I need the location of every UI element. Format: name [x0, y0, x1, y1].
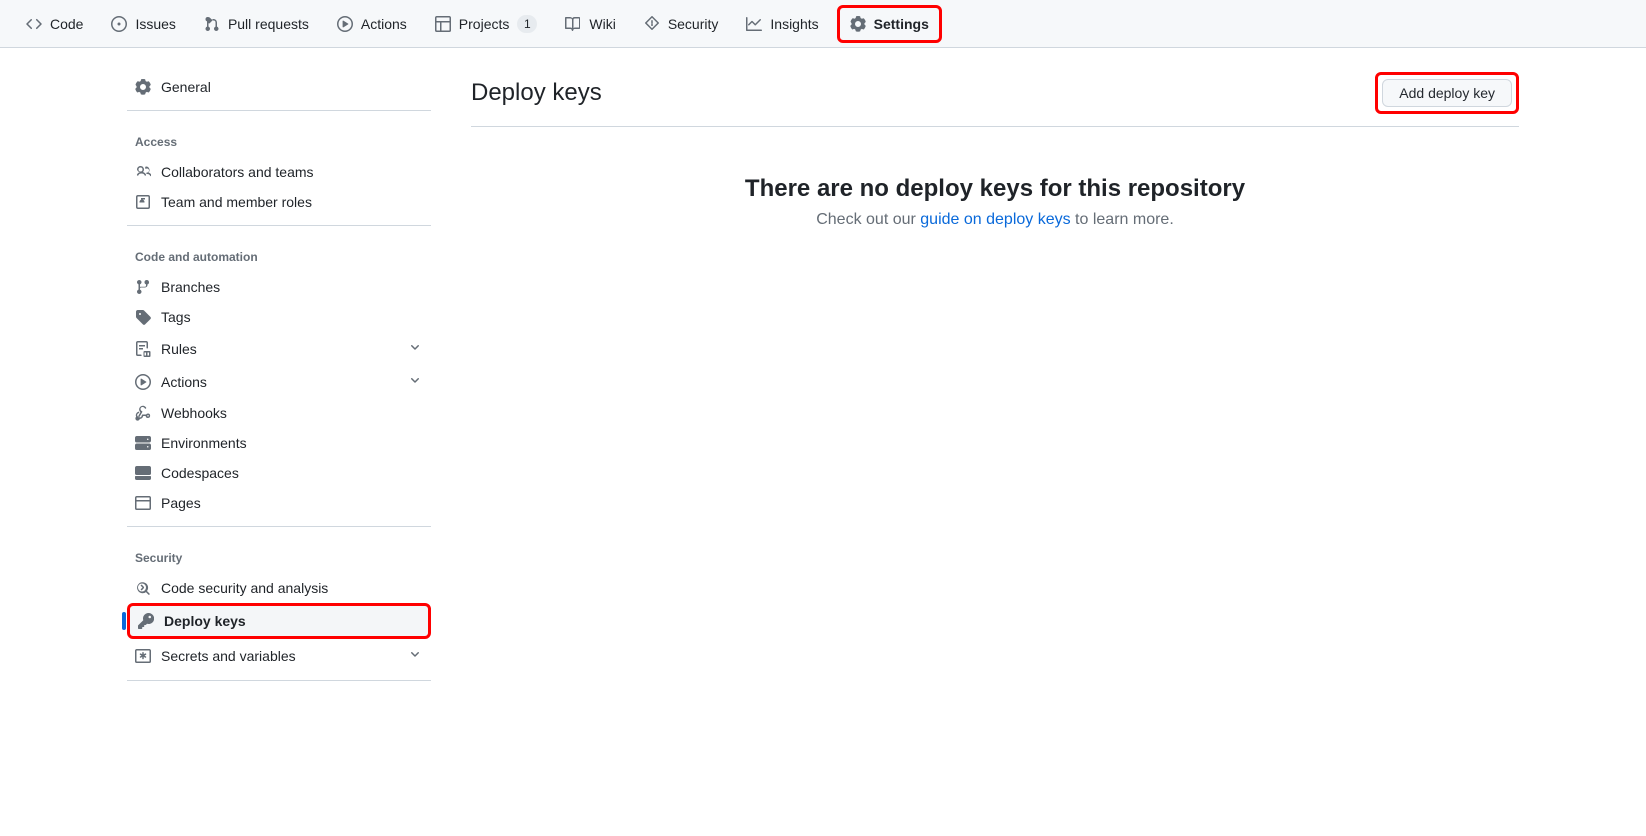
- blankslate-text: Check out our guide on deploy keys to le…: [471, 211, 1519, 229]
- webhook-icon: [135, 405, 151, 421]
- settings-sidebar: General Access Collaborators and teams T…: [103, 72, 447, 697]
- server-icon: [135, 435, 151, 451]
- tab-wiki[interactable]: Wiki: [555, 8, 625, 40]
- graph-icon: [746, 16, 762, 32]
- sidebar-item-team-roles[interactable]: Team and member roles: [127, 187, 431, 217]
- gear-icon: [135, 79, 151, 95]
- book-icon: [565, 16, 581, 32]
- asterisk-icon: [135, 648, 151, 664]
- chevron-down-icon: [407, 339, 423, 358]
- sidebar-item-tags[interactable]: Tags: [127, 302, 431, 332]
- issue-icon: [111, 16, 127, 32]
- projects-count: 1: [517, 15, 537, 33]
- tab-pull-requests[interactable]: Pull requests: [194, 8, 319, 40]
- sidebar-item-pages[interactable]: Pages: [127, 488, 431, 518]
- divider: [127, 526, 431, 527]
- tab-label: Security: [668, 16, 719, 32]
- codespaces-icon: [135, 465, 151, 481]
- tab-projects[interactable]: Projects 1: [425, 7, 548, 41]
- sidebar-item-collaborators[interactable]: Collaborators and teams: [127, 157, 431, 187]
- blankslate-heading: There are no deploy keys for this reposi…: [471, 175, 1519, 203]
- sidebar-item-rules[interactable]: Rules: [127, 332, 431, 365]
- tab-label: Insights: [770, 16, 818, 32]
- tab-label: Settings: [874, 16, 929, 32]
- sidebar-item-label: Branches: [161, 279, 220, 295]
- guide-link[interactable]: guide on deploy keys: [920, 211, 1070, 228]
- play-icon: [135, 374, 151, 390]
- sidebar-item-label: Webhooks: [161, 405, 227, 421]
- people-icon: [135, 164, 151, 180]
- sidebar-item-environments[interactable]: Environments: [127, 428, 431, 458]
- pull-request-icon: [204, 16, 220, 32]
- tab-label: Issues: [135, 16, 175, 32]
- shield-icon: [644, 16, 660, 32]
- tab-insights[interactable]: Insights: [736, 8, 828, 40]
- key-icon: [138, 613, 154, 629]
- sidebar-item-label: General: [161, 79, 211, 95]
- sidebar-item-secrets[interactable]: Secrets and variables: [127, 639, 431, 672]
- repo-nav: Code Issues Pull requests Actions Projec…: [0, 0, 1646, 48]
- tab-label: Code: [50, 16, 83, 32]
- sidebar-item-webhooks[interactable]: Webhooks: [127, 398, 431, 428]
- tab-label: Projects: [459, 16, 510, 32]
- id-badge-icon: [135, 194, 151, 210]
- tab-actions[interactable]: Actions: [327, 8, 417, 40]
- sidebar-item-label: Collaborators and teams: [161, 164, 314, 180]
- codescan-icon: [135, 580, 151, 596]
- add-deploy-key-button[interactable]: Add deploy key: [1382, 79, 1512, 107]
- tab-security[interactable]: Security: [634, 8, 729, 40]
- sidebar-item-label: Secrets and variables: [161, 648, 296, 664]
- divider: [127, 225, 431, 226]
- page-title: Deploy keys: [471, 79, 602, 107]
- tab-label: Actions: [361, 16, 407, 32]
- chevron-down-icon: [407, 372, 423, 391]
- sidebar-item-actions[interactable]: Actions: [127, 365, 431, 398]
- gear-icon: [850, 16, 866, 32]
- sidebar-item-label: Rules: [161, 341, 197, 357]
- blankslate: There are no deploy keys for this reposi…: [471, 127, 1519, 277]
- tag-icon: [135, 309, 151, 325]
- sidebar-item-label: Environments: [161, 435, 247, 451]
- browser-icon: [135, 495, 151, 511]
- tab-label: Wiki: [589, 16, 615, 32]
- chevron-down-icon: [407, 646, 423, 665]
- main-content: Deploy keys Add deploy key There are no …: [447, 72, 1543, 697]
- rules-icon: [135, 341, 151, 357]
- sidebar-item-label: Pages: [161, 495, 201, 511]
- sidebar-item-label: Team and member roles: [161, 194, 312, 210]
- tab-code[interactable]: Code: [16, 8, 93, 40]
- sidebar-item-deploy-keys[interactable]: Deploy keys: [127, 603, 431, 639]
- sidebar-item-label: Code security and analysis: [161, 580, 328, 596]
- code-icon: [26, 16, 42, 32]
- sidebar-item-label: Actions: [161, 374, 207, 390]
- sidebar-item-general[interactable]: General: [127, 72, 431, 102]
- sidebar-heading-code: Code and automation: [127, 242, 431, 272]
- divider: [127, 110, 431, 111]
- sidebar-item-label: Deploy keys: [164, 613, 246, 629]
- main-header: Deploy keys Add deploy key: [471, 72, 1519, 127]
- play-icon: [337, 16, 353, 32]
- sidebar-item-branches[interactable]: Branches: [127, 272, 431, 302]
- table-icon: [435, 16, 451, 32]
- sidebar-heading-access: Access: [127, 127, 431, 157]
- sidebar-item-label: Tags: [161, 309, 191, 325]
- sidebar-item-codespaces[interactable]: Codespaces: [127, 458, 431, 488]
- divider: [127, 680, 431, 681]
- tab-label: Pull requests: [228, 16, 309, 32]
- branch-icon: [135, 279, 151, 295]
- sidebar-item-label: Codespaces: [161, 465, 239, 481]
- tab-issues[interactable]: Issues: [101, 8, 185, 40]
- sidebar-heading-security: Security: [127, 543, 431, 573]
- tab-settings[interactable]: Settings: [837, 5, 942, 43]
- sidebar-item-code-security[interactable]: Code security and analysis: [127, 573, 431, 603]
